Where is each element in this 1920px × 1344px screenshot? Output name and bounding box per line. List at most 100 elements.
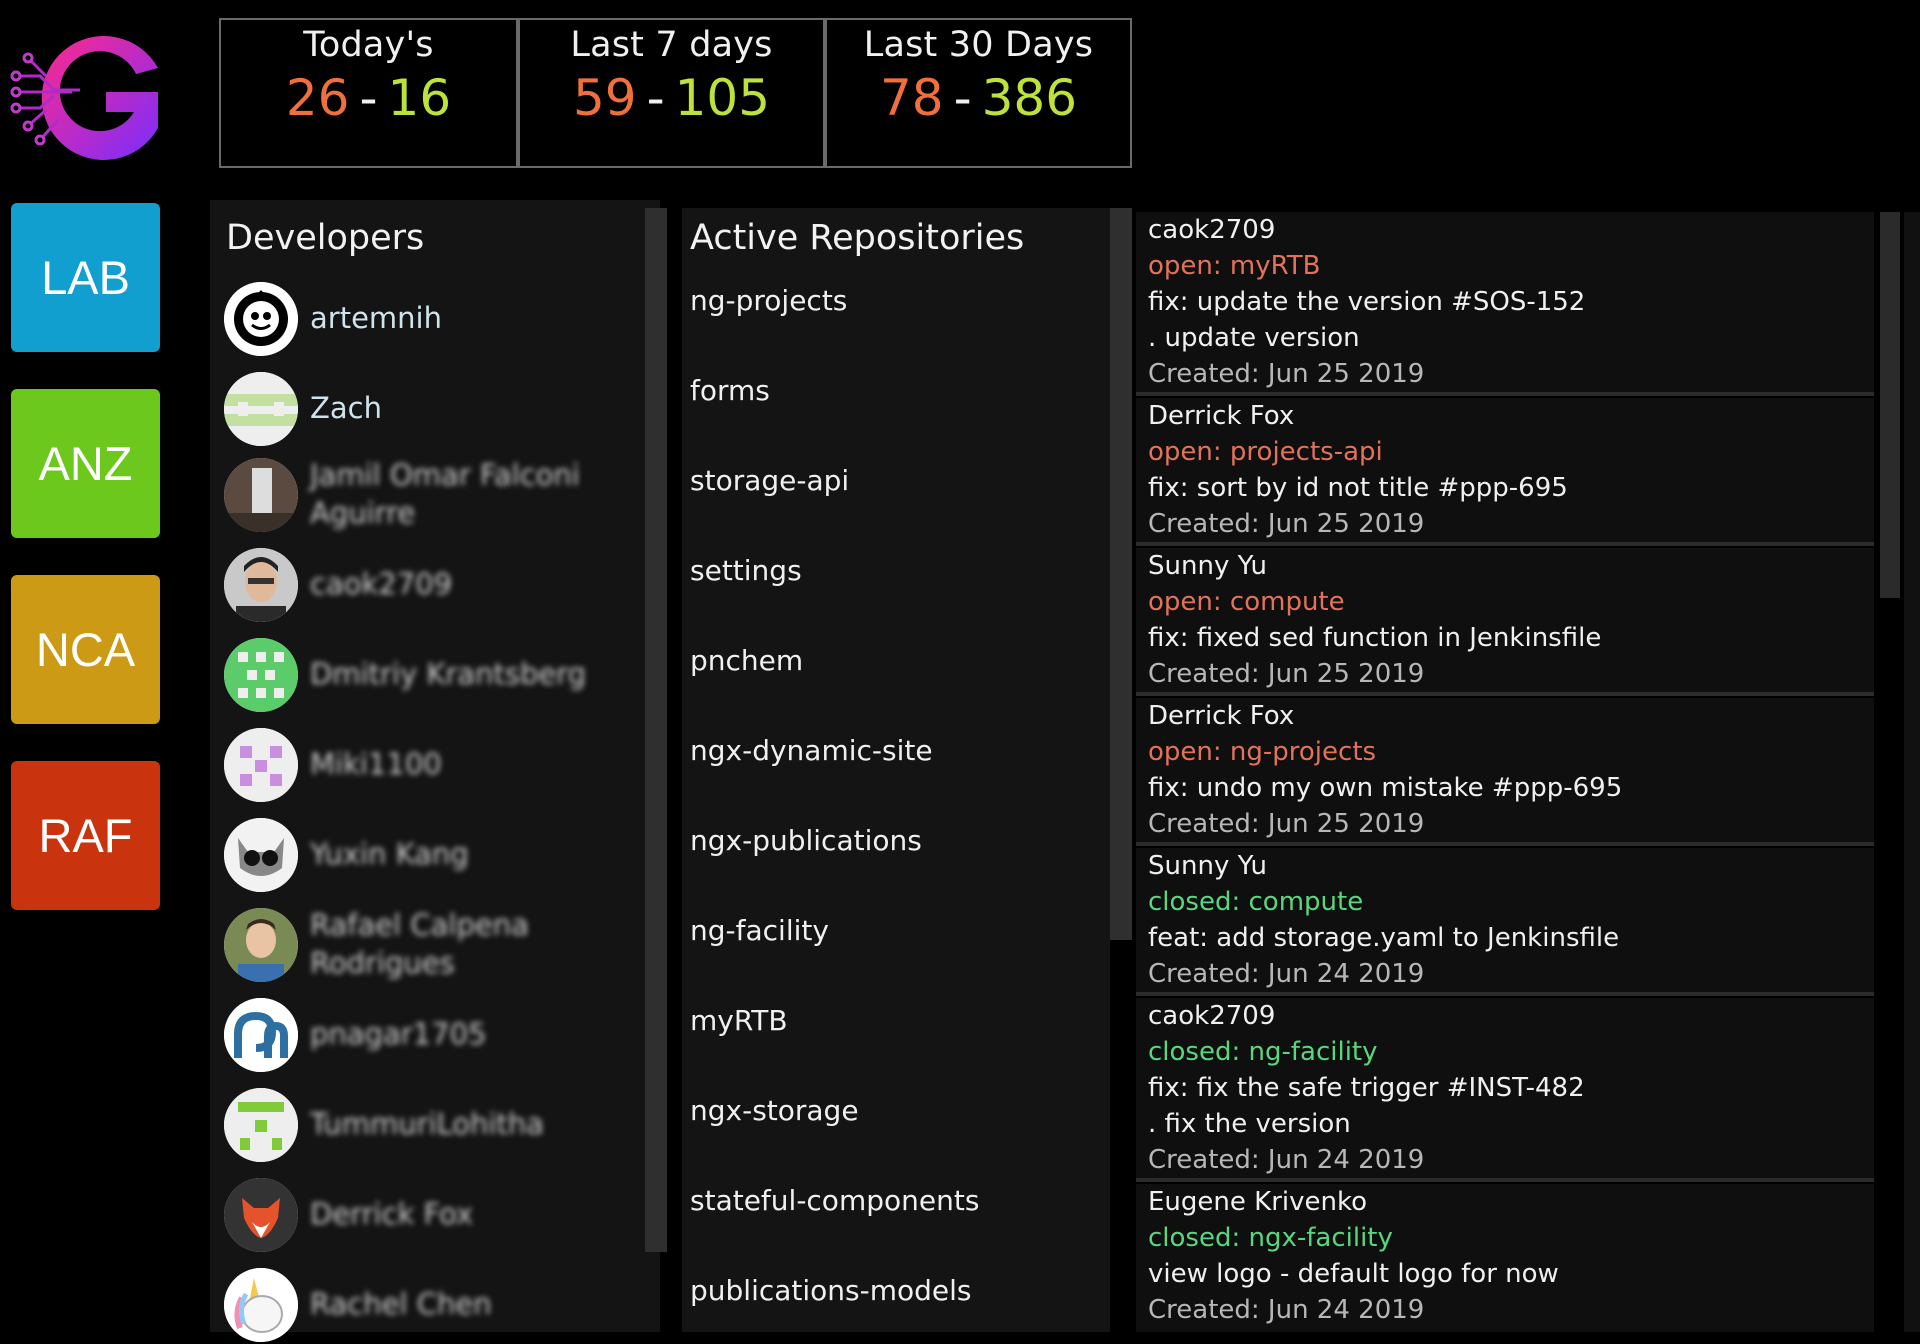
team-tile-nca[interactable]: NCA — [11, 575, 160, 724]
repo-item[interactable]: ngx-dynamic-site — [690, 734, 933, 767]
repo-item[interactable]: stateful-components — [690, 1184, 979, 1217]
repo-item[interactable]: ng-facility — [690, 914, 829, 947]
pr-message: fix: undo my own mistake #ppp-695 — [1148, 773, 1623, 803]
developer-item[interactable]: Yuxin Kang — [224, 816, 624, 894]
developer-name: Dmitriy Krantsberg — [310, 657, 587, 692]
team-tile-anz[interactable]: ANZ — [11, 389, 160, 538]
pr-card[interactable]: Sunny Yu closed: compute feat: add stora… — [1136, 848, 1874, 996]
developer-name: Zach — [310, 391, 382, 426]
repo-item[interactable]: pnchem — [690, 644, 803, 677]
pr-author: caok2709 — [1148, 215, 1276, 245]
avatar — [224, 1178, 298, 1252]
developer-name: artemnih — [310, 301, 442, 336]
developers-title: Developers — [226, 218, 425, 258]
developer-name: Rachel Chen — [310, 1287, 492, 1322]
pr-card[interactable]: Derrick Fox open: ng-projects fix: undo … — [1136, 698, 1874, 846]
repo-item[interactable]: ng-projects — [690, 284, 847, 317]
pr-card[interactable]: caok2709 closed: ng-facility fix: fix th… — [1136, 998, 1874, 1182]
stat-today: Today's 26-16 — [219, 18, 518, 168]
developer-name: caok2709 — [310, 567, 453, 602]
developers-scrollbar[interactable] — [645, 208, 667, 1252]
pr-author: Derrick Fox — [1148, 701, 1295, 731]
repositories-scrollbar[interactable] — [1110, 208, 1132, 940]
pr-card[interactable]: Sunny Yu open: compute fix: fixed sed fu… — [1136, 548, 1874, 696]
pr-created: Created: Jun 24 2019 — [1148, 959, 1425, 989]
pr-message: feat: add storage.yaml to Jenkinsfile — [1148, 923, 1620, 953]
developer-item[interactable]: artemnih — [224, 280, 624, 358]
avatar — [224, 1088, 298, 1162]
pr-card[interactable]: Eugene Krivenko closed: ngx-facility vie… — [1136, 1184, 1874, 1332]
developer-item[interactable]: Rachel Chen — [224, 1266, 624, 1344]
pr-created: Created: Jun 24 2019 — [1148, 1295, 1425, 1325]
repositories-title: Active Repositories — [690, 218, 1025, 258]
closed-count: 386 — [981, 69, 1078, 127]
developer-name: Yuxin Kang — [310, 837, 469, 872]
developer-name: Miki1100 — [310, 747, 442, 782]
activity-scrollbar[interactable] — [1880, 212, 1900, 598]
stat-last-30-days: Last 30 Days 78-386 — [825, 18, 1132, 168]
stat-label: Today's — [303, 25, 434, 65]
pr-message: fix: update the version #SOS-152 — [1148, 287, 1586, 317]
repo-item[interactable]: ngx-publications — [690, 824, 922, 857]
pr-author: Sunny Yu — [1148, 851, 1267, 881]
repo-item[interactable]: myRTB — [690, 1004, 788, 1037]
repo-item[interactable]: publications-models — [690, 1274, 972, 1307]
developer-item[interactable]: Rafael Calpena Rodrigues — [224, 906, 624, 984]
developer-item[interactable]: Miki1100 — [224, 726, 624, 804]
pr-created: Created: Jun 25 2019 — [1148, 659, 1425, 689]
repo-item[interactable]: forms — [690, 374, 770, 407]
developer-item[interactable]: Dmitriy Krantsberg — [224, 636, 624, 714]
developer-item[interactable]: Jamil Omar Falconi Aguirre — [224, 456, 624, 534]
pr-message: view logo - default logo for now — [1148, 1259, 1559, 1289]
avatar — [224, 638, 298, 712]
developer-item[interactable]: TummuriLohitha — [224, 1086, 624, 1164]
app-logo — [10, 36, 158, 160]
pr-message: fix: fixed sed function in Jenkinsfile — [1148, 623, 1602, 653]
repo-item[interactable]: ngx-storage — [690, 1094, 859, 1127]
pr-author: Eugene Krivenko — [1148, 1187, 1368, 1217]
avatar — [224, 908, 298, 982]
pr-status: closed: compute — [1148, 887, 1364, 917]
pr-created: Created: Jun 25 2019 — [1148, 809, 1425, 839]
pr-message: fix: sort by id not title #ppp-695 — [1148, 473, 1568, 503]
pr-card[interactable]: Derrick Fox open: projects-api fix: sort… — [1136, 398, 1874, 546]
open-count: 26 — [285, 69, 350, 127]
stat-label: Last 7 days — [570, 25, 773, 65]
pr-created: Created: Jun 25 2019 — [1148, 509, 1425, 539]
avatar — [224, 458, 298, 532]
pr-status: open: ng-projects — [1148, 737, 1377, 767]
developer-item[interactable]: Derrick Fox — [224, 1176, 624, 1254]
developer-name: Derrick Fox — [310, 1197, 474, 1232]
developer-name: Rafael Calpena Rodrigues — [310, 908, 529, 980]
team-tile-lab[interactable]: LAB — [11, 203, 160, 352]
avatar — [224, 728, 298, 802]
pr-author: Sunny Yu — [1148, 551, 1267, 581]
avatar — [224, 282, 298, 356]
repo-item[interactable]: storage-api — [690, 464, 849, 497]
pr-status: open: compute — [1148, 587, 1345, 617]
avatar — [224, 1268, 298, 1342]
developer-item[interactable]: caok2709 — [224, 546, 624, 624]
developer-item[interactable]: pnagar1705 — [224, 996, 624, 1074]
developer-item[interactable]: Zach — [224, 370, 624, 448]
closed-count: 16 — [387, 69, 452, 127]
stat-last-7-days: Last 7 days 59-105 — [518, 18, 825, 168]
repo-item[interactable]: settings — [690, 554, 802, 587]
avatar — [224, 548, 298, 622]
activity-scrollbar-track — [1904, 212, 1920, 1332]
pr-status: open: myRTB — [1148, 251, 1321, 281]
developer-name: Jamil Omar Falconi Aguirre — [310, 458, 580, 530]
open-count: 59 — [572, 69, 637, 127]
avatar — [224, 998, 298, 1072]
avatar — [224, 372, 298, 446]
team-tile-raf[interactable]: RAF — [11, 761, 160, 910]
pr-message: . fix the version — [1148, 1109, 1351, 1139]
pr-message: . update version — [1148, 323, 1360, 353]
developer-name: TummuriLohitha — [310, 1107, 544, 1142]
pr-status: open: projects-api — [1148, 437, 1383, 467]
pr-created: Created: Jun 24 2019 — [1148, 1145, 1425, 1175]
pr-message: fix: fix the safe trigger #INST-482 — [1148, 1073, 1585, 1103]
pr-status: closed: ngx-facility — [1148, 1223, 1393, 1253]
pr-card[interactable]: caok2709 open: myRTB fix: update the ver… — [1136, 212, 1874, 396]
closed-count: 105 — [674, 69, 771, 127]
